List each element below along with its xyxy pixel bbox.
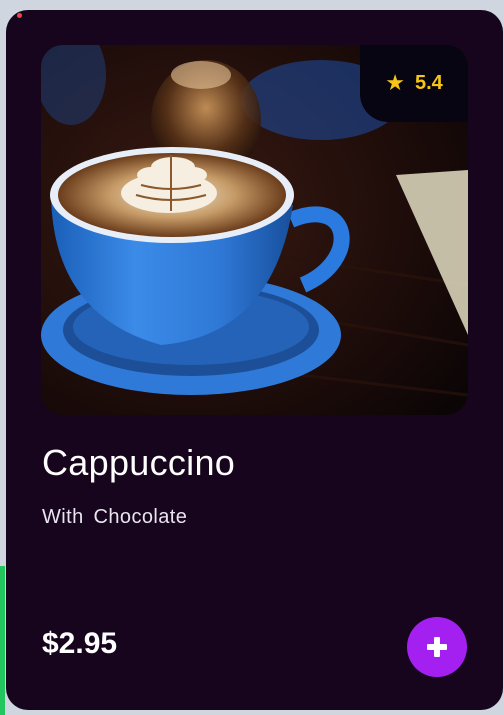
product-image: ★ 5.4 [41,45,468,415]
plus-icon [427,637,447,657]
status-dot [17,13,22,18]
product-card[interactable]: ★ 5.4 Cappuccino With Chocolate $2.95 [6,10,503,710]
add-to-cart-button[interactable] [407,617,467,677]
rating-value: 5.4 [414,72,443,94]
star-icon: ★ [385,70,405,96]
product-name: Cappuccino [42,442,236,483]
product-price: $2.95 [42,627,118,660]
window-edge-strip [0,566,5,715]
rating-badge: ★ 5.4 [360,45,468,122]
product-subtitle: With Chocolate [42,506,188,528]
